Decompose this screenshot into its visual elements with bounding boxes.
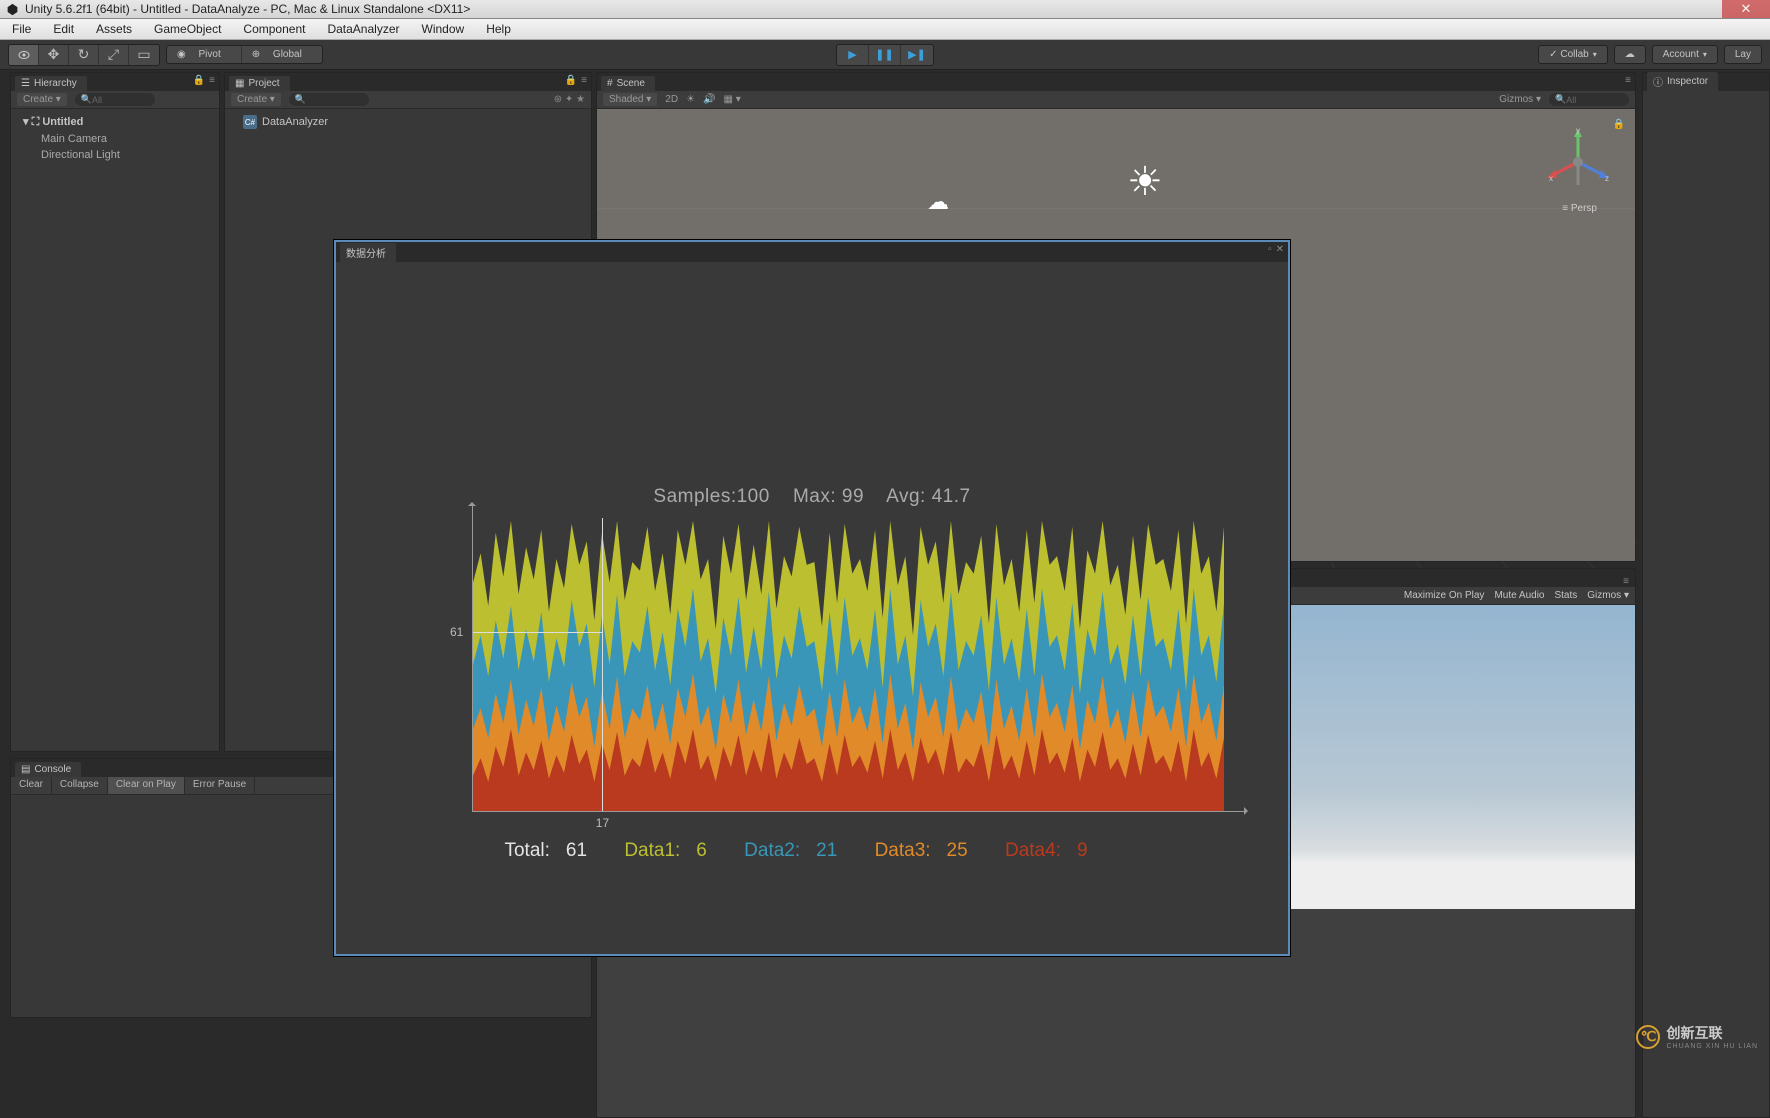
- scale-tool[interactable]: ⤢: [99, 45, 129, 65]
- orientation-gizmo[interactable]: y x z: [1543, 127, 1613, 197]
- pivot-global-toggle[interactable]: ◉ Pivot ⊕ Global: [166, 45, 323, 64]
- gizmo-lock-icon[interactable]: 🔒: [1613, 119, 1625, 130]
- play-button[interactable]: ▶: [837, 45, 869, 65]
- game-stats-toggle[interactable]: Stats: [1554, 590, 1577, 601]
- collab-button[interactable]: ✓ Collab▾: [1538, 45, 1608, 64]
- rect-tool[interactable]: ▭: [129, 45, 159, 65]
- svg-text:z: z: [1605, 174, 1609, 183]
- hierarchy-item-light[interactable]: Directional Light: [11, 147, 219, 163]
- analyzer-min-icon[interactable]: ▫: [1268, 244, 1272, 255]
- window-close-icon[interactable]: ✕: [1722, 0, 1770, 18]
- hierarchy-tab[interactable]: ☰ Hierarchy: [15, 76, 87, 91]
- hierarchy-panel: ☰ Hierarchy 🔒 ≡ Create ▾ 🔍 All ▾ ⛶ Untitl…: [10, 72, 220, 752]
- scene-gizmos-dropdown[interactable]: Gizmos ▾: [1499, 94, 1541, 105]
- hierarchy-item-camera[interactable]: Main Camera: [11, 131, 219, 147]
- menu-bar: File Edit Assets GameObject Component Da…: [0, 19, 1770, 40]
- menu-file[interactable]: File: [8, 20, 35, 38]
- menu-gameobject[interactable]: GameObject: [150, 20, 225, 38]
- menu-dataanalyzer[interactable]: DataAnalyzer: [323, 20, 403, 38]
- hand-tool[interactable]: [9, 45, 39, 65]
- scene-search[interactable]: 🔍 All: [1549, 93, 1629, 106]
- chart-body: [473, 518, 1224, 811]
- unity-icon: [6, 3, 19, 16]
- legend-data1: Data1:6: [624, 840, 723, 861]
- legend-data3: Data3:25: [875, 840, 984, 861]
- legend-data2: Data2:21: [744, 840, 853, 861]
- project-filter-icons[interactable]: ⊛ ✦ ★: [554, 94, 585, 105]
- svg-text:x: x: [1549, 174, 1553, 183]
- window-title-bar: Unity 5.6.2f1 (64bit) - Untitled - DataA…: [0, 0, 1770, 19]
- step-button[interactable]: ▶❚: [901, 45, 933, 65]
- pivot-label: ◉ Pivot: [167, 46, 242, 63]
- panel-menu-icon[interactable]: ≡: [1625, 75, 1631, 86]
- panel-menu-icon[interactable]: ≡: [1623, 576, 1629, 587]
- hierarchy-create-dropdown[interactable]: Create ▾: [17, 93, 67, 106]
- toolbar: ✥ ↻ ⤢ ▭ ◉ Pivot ⊕ Global ▶ ❚❚ ▶❚ ✓ Colla…: [0, 40, 1770, 70]
- camera-gizmo[interactable]: ☁: [927, 189, 949, 215]
- projection-label[interactable]: ≡ Persp: [1562, 203, 1597, 214]
- inspector-tab[interactable]: ⓘ Inspector: [1647, 72, 1718, 91]
- console-clear-button[interactable]: Clear: [11, 777, 52, 794]
- project-create-dropdown[interactable]: Create ▾: [231, 93, 281, 106]
- menu-assets[interactable]: Assets: [92, 20, 136, 38]
- analyzer-close-icon[interactable]: ✕: [1276, 244, 1284, 255]
- project-tab[interactable]: ▦ Project: [229, 76, 290, 91]
- scene-light-toggle[interactable]: ☀: [686, 94, 695, 105]
- panel-menu-icon[interactable]: ≡: [209, 75, 215, 86]
- scene-audio-toggle[interactable]: 🔊: [703, 94, 715, 105]
- menu-window[interactable]: Window: [418, 20, 469, 38]
- project-search[interactable]: 🔍: [289, 93, 369, 106]
- window-title: Unity 5.6.2f1 (64bit) - Untitled - DataA…: [25, 2, 470, 16]
- panel-lock-icon[interactable]: 🔒: [193, 75, 205, 86]
- game-gizmos-toggle[interactable]: Gizmos ▾: [1587, 590, 1629, 601]
- csharp-icon: C#: [243, 115, 257, 129]
- menu-edit[interactable]: Edit: [49, 20, 78, 38]
- console-collapse-button[interactable]: Collapse: [52, 777, 108, 794]
- chart-stats-row: Samples:100 Max: 99 Avg: 41.7: [653, 486, 970, 508]
- chart-y-cursor-label: 61: [450, 625, 463, 639]
- cloud-button[interactable]: ☁: [1614, 45, 1646, 64]
- panel-lock-icon[interactable]: 🔒: [565, 75, 577, 86]
- account-button[interactable]: Account▾: [1652, 45, 1718, 64]
- scene-tab[interactable]: # Scene: [601, 76, 655, 91]
- chart-x-axis: [472, 811, 1244, 812]
- chart-legend: Total:61 Data1:6 Data2:21 Data3:25 Data4…: [504, 840, 1119, 862]
- inspector-panel: ⓘ Inspector: [1642, 72, 1770, 1118]
- scene-2d-toggle[interactable]: 2D: [665, 94, 678, 105]
- layers-button[interactable]: Lay: [1724, 45, 1762, 64]
- analyzer-tab[interactable]: 数据分析: [340, 243, 396, 262]
- panel-menu-icon[interactable]: ≡: [581, 75, 587, 86]
- legend-total: Total:61: [504, 840, 603, 861]
- directional-light-gizmo[interactable]: ☀: [1127, 159, 1163, 205]
- console-clearonplay-button[interactable]: Clear on Play: [108, 777, 185, 794]
- svg-text:y: y: [1576, 127, 1580, 135]
- menu-help[interactable]: Help: [482, 20, 515, 38]
- menu-component[interactable]: Component: [239, 20, 309, 38]
- watermark: ℃ 创新互联 CHUANG XIN HU LIAN: [1636, 1023, 1758, 1050]
- move-tool[interactable]: ✥: [39, 45, 69, 65]
- data-analyzer-window[interactable]: 数据分析 ▫ ✕ Samples:100 Max: 99 Avg: 41.7 61…: [334, 240, 1290, 956]
- project-asset-item[interactable]: C# DataAnalyzer: [225, 113, 591, 131]
- scene-fx-toggle[interactable]: ▦ ▾: [724, 94, 741, 105]
- console-errorpause-button[interactable]: Error Pause: [185, 777, 255, 794]
- game-mute-toggle[interactable]: Mute Audio: [1494, 590, 1544, 601]
- watermark-logo-icon: ℃: [1636, 1025, 1660, 1049]
- pause-button[interactable]: ❚❚: [869, 45, 901, 65]
- transform-tools: ✥ ↻ ⤢ ▭: [8, 44, 160, 66]
- rotate-tool[interactable]: ↻: [69, 45, 99, 65]
- scene-shading-dropdown[interactable]: Shaded ▾: [603, 93, 657, 106]
- console-tab[interactable]: ▤ Console: [15, 762, 81, 777]
- global-label: ⊕ Global: [242, 46, 322, 63]
- hierarchy-scene[interactable]: ▾ ⛶ Untitled: [11, 113, 219, 131]
- chart-x-cursor-label: 17: [596, 816, 609, 830]
- hierarchy-search[interactable]: 🔍 All: [75, 93, 155, 106]
- legend-data4: Data4:9: [1005, 840, 1104, 861]
- play-controls: ▶ ❚❚ ▶❚: [836, 44, 934, 66]
- chart-area[interactable]: 61 17: [472, 506, 1232, 812]
- game-maximize-toggle[interactable]: Maximize On Play: [1404, 590, 1485, 601]
